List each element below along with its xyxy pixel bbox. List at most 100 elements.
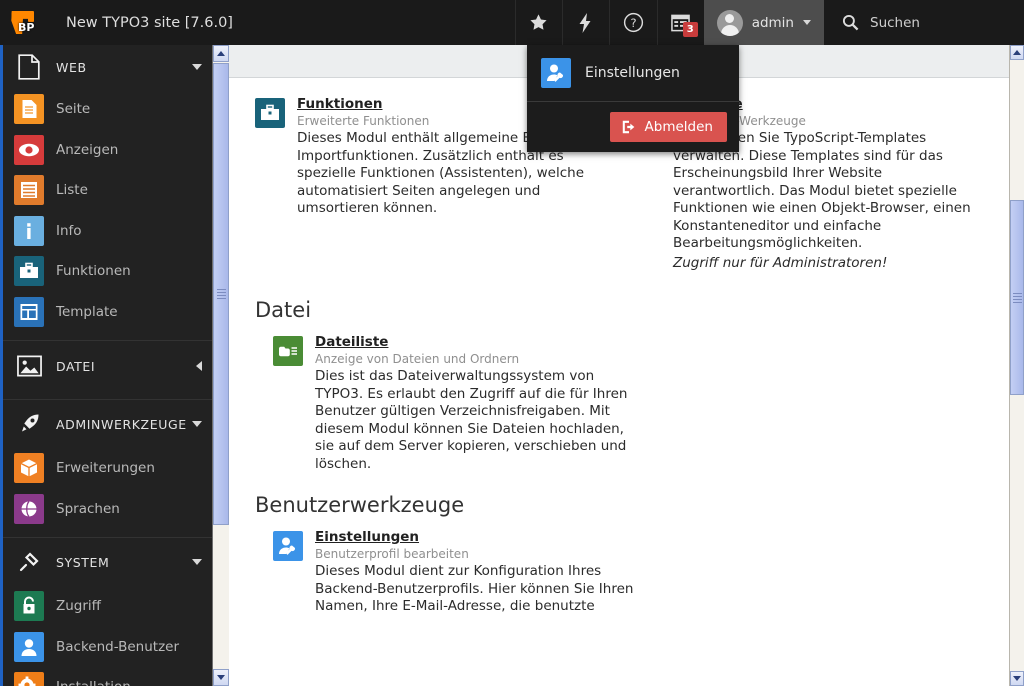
- section-title-datei: Datei: [255, 298, 983, 322]
- folder-list-icon: [273, 336, 303, 366]
- sign-out-icon: [621, 119, 637, 135]
- rocket-icon: [14, 412, 44, 436]
- module-subtitle: Anzeige von Dateien und Ordnern: [315, 352, 983, 366]
- section-title-benutzerwerkzeuge: Benutzerwerkzeuge: [255, 493, 983, 517]
- module-note: Zugriff nur für Administratoren!: [673, 255, 981, 273]
- about-modules: Funktionen Erweiterte Funktionen Dieses …: [229, 78, 1009, 616]
- menu-item-label: Einstellungen: [585, 65, 680, 81]
- sidebar-group-adminwerkzeuge[interactable]: ADMINWERKZEUGE: [0, 400, 212, 448]
- sidebar-group-system[interactable]: SYSTEM: [0, 538, 212, 586]
- notification-badge: 3: [683, 22, 698, 37]
- sidebar-scrollbar[interactable]: [212, 45, 229, 686]
- page-module-icon: [14, 94, 44, 124]
- sidebar-item-label: Installation: [56, 679, 131, 686]
- scrollbar-thumb[interactable]: [213, 63, 229, 525]
- info-icon: [14, 216, 44, 246]
- sidebar-item-label: Zugriff: [56, 598, 101, 614]
- top-toolbar: BP New TYPO3 site [7.6.0] ?: [0, 0, 1024, 45]
- image-icon: [14, 355, 44, 377]
- accent-edge: [0, 45, 3, 686]
- sidebar-item-label: Info: [56, 223, 82, 239]
- sidebar-item-seite[interactable]: Seite: [0, 89, 212, 130]
- user-settings-icon: [273, 531, 303, 561]
- content-scrollbar[interactable]: [1009, 45, 1024, 686]
- gear-icon: [14, 672, 44, 686]
- sidebar-item-anzeigen[interactable]: Anzeigen: [0, 130, 212, 171]
- sidebar-item-erweiterungen[interactable]: Erweiterungen: [0, 448, 212, 489]
- toolbar-items: ? 3 admin: [515, 0, 1024, 45]
- sidebar-item-zugriff[interactable]: Zugriff: [0, 586, 212, 627]
- sidebar-item-label: Backend-Benutzer: [56, 639, 179, 655]
- user-settings-icon: [541, 58, 571, 88]
- module-group-web: WEB Seite Anz: [0, 45, 212, 341]
- sidebar-item-label: Seite: [56, 101, 90, 117]
- sidebar-group-label: ADMINWERKZEUGE: [56, 417, 192, 432]
- scroll-up-button[interactable]: [213, 45, 229, 62]
- module-group-adminwerkzeuge: ADMINWERKZEUGE Erweiterungen: [0, 400, 212, 538]
- briefcase-icon: [14, 256, 44, 286]
- scroll-down-button[interactable]: [1010, 671, 1024, 686]
- sidebar-item-label: Sprachen: [56, 501, 120, 517]
- sidebar-group-datei[interactable]: DATEI: [0, 341, 212, 391]
- site-title: New TYPO3 site [7.6.0]: [66, 15, 233, 31]
- sidebar-item-label: Erweiterungen: [56, 460, 155, 476]
- logout-label: Abmelden: [645, 119, 713, 135]
- page-icon: [14, 54, 44, 80]
- sidebar-item-liste[interactable]: Liste: [0, 170, 212, 211]
- flash-icon[interactable]: [563, 0, 609, 45]
- module-card-einstellungen: Einstellungen Benutzerprofil bearbeiten …: [255, 529, 983, 616]
- typo3-backend: BP New TYPO3 site [7.6.0] ?: [0, 0, 1024, 686]
- search-field[interactable]: Suchen: [824, 0, 1024, 45]
- logout-button[interactable]: Abmelden: [610, 112, 727, 142]
- user-name: admin: [752, 15, 794, 31]
- list-icon: [14, 175, 44, 205]
- bookmarks-icon[interactable]: [516, 0, 562, 45]
- sidebar-item-template[interactable]: Template: [0, 292, 212, 333]
- sidebar-item-info[interactable]: Info: [0, 211, 212, 252]
- scroll-down-button[interactable]: [213, 669, 229, 686]
- search-placeholder: Suchen: [870, 15, 920, 31]
- module-link[interactable]: Einstellungen: [315, 529, 419, 545]
- typo3-bp-logo[interactable]: BP: [0, 0, 46, 45]
- lock-icon: [14, 591, 44, 621]
- chevron-down-icon: [192, 64, 202, 70]
- sidebar-item-backend-benutzer[interactable]: Backend-Benutzer: [0, 627, 212, 668]
- module-menu: WEB Seite Anz: [0, 45, 212, 686]
- chevron-left-icon: [196, 361, 202, 371]
- chevron-down-icon: [192, 421, 202, 427]
- plug-icon: [14, 550, 44, 574]
- scrollbar-thumb[interactable]: [1010, 200, 1024, 395]
- sidebar-item-installation[interactable]: Installation: [0, 667, 212, 686]
- logo-bp-text: BP: [18, 21, 34, 34]
- systeminformation-icon[interactable]: 3: [658, 0, 704, 45]
- chevron-down-icon: [803, 20, 811, 25]
- sidebar-item-label: Funktionen: [56, 263, 131, 279]
- sidebar-item-label: Liste: [56, 182, 88, 198]
- template-icon: [14, 297, 44, 327]
- module-subtitle: Benutzerprofil bearbeiten: [315, 547, 983, 561]
- globe-icon: [14, 494, 44, 524]
- module-card-dateiliste: Dateiliste Anzeige von Dateien und Ordne…: [255, 334, 983, 473]
- module-link[interactable]: Funktionen: [297, 96, 382, 112]
- sidebar-item-sprachen[interactable]: Sprachen: [0, 489, 212, 530]
- search-icon: [842, 14, 859, 31]
- briefcase-icon: [255, 98, 285, 128]
- user-dropdown-menu: Einstellungen Abmelden: [527, 45, 739, 152]
- sidebar-item-funktionen[interactable]: Funktionen: [0, 251, 212, 292]
- svg-text:?: ?: [630, 16, 636, 30]
- menu-item-einstellungen[interactable]: Einstellungen: [527, 45, 739, 102]
- package-icon: [14, 453, 44, 483]
- module-link[interactable]: Dateiliste: [315, 334, 388, 350]
- user-icon: [14, 632, 44, 662]
- help-icon[interactable]: ?: [610, 0, 657, 45]
- module-description: Dies ist das Dateiverwaltungssystem von …: [315, 368, 645, 473]
- sidebar-group-web[interactable]: WEB: [0, 45, 212, 89]
- scroll-up-button[interactable]: [1010, 45, 1024, 60]
- user-menu-button[interactable]: admin: [704, 0, 824, 45]
- dropdown-footer: Abmelden: [527, 102, 739, 152]
- module-group-system: SYSTEM Zugriff: [0, 538, 212, 686]
- module-group-datei: DATEI: [0, 341, 212, 400]
- sidebar-group-label: DATEI: [56, 359, 196, 374]
- module-description: Dieses Modul dient zur Konfiguration Ihr…: [315, 563, 635, 616]
- eye-icon: [14, 135, 44, 165]
